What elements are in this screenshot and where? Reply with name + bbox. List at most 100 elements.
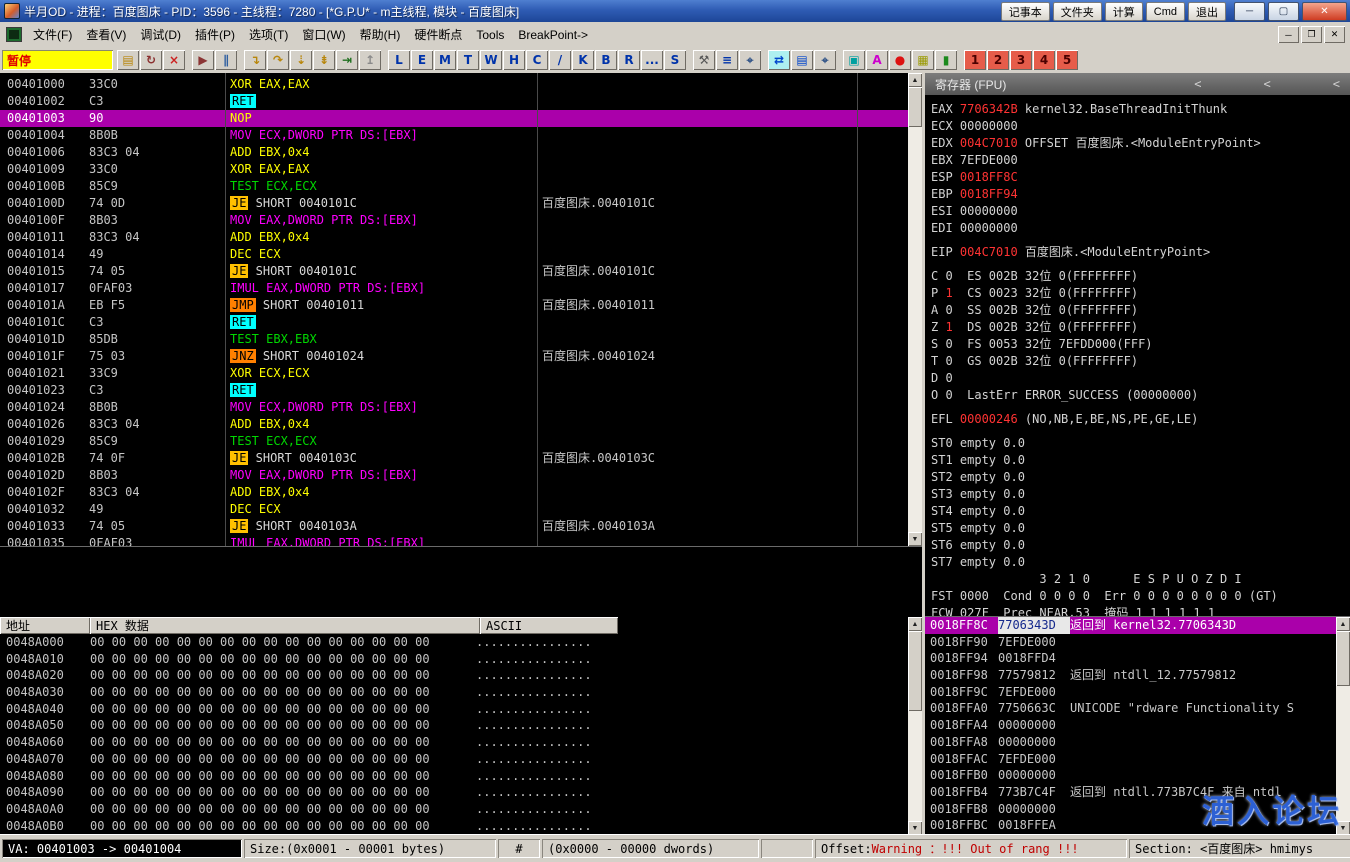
stack-row[interactable]: 0018FFB000000000 [925,767,1336,784]
open-file-icon[interactable]: ▤ [117,50,139,70]
disasm-row[interactable]: 0040102D8B03MOV EAX,DWORD PTR DS:[EBX] [0,467,908,484]
titlebar-app-button-1[interactable]: 文件夹 [1053,2,1102,21]
disasm-row[interactable]: 0040101449DEC ECX [0,246,908,263]
disasm-row[interactable]: 0040100033C0XOR EAX,EAX [0,76,908,93]
disasm-row[interactable]: 0040101CC3RET [0,314,908,331]
register-line[interactable]: ST3 empty 0.0 [931,486,1350,503]
run-trace-button[interactable]: ... [641,50,663,70]
step-over-icon[interactable]: ↷ [267,50,289,70]
disasm-row[interactable]: 0040100F8B03MOV EAX,DWORD PTR DS:[EBX] [0,212,908,229]
dump-row[interactable]: 0048A03000 00 00 00 00 00 00 00 00 00 00… [0,684,908,701]
scroll-thumb[interactable] [1336,631,1350,686]
register-line[interactable]: ESI 00000000 [931,203,1350,220]
dump-row[interactable]: 0048A04000 00 00 00 00 00 00 00 00 00 00… [0,701,908,718]
cpu-window-button[interactable]: C [526,50,548,70]
menu-item-0[interactable]: 文件(F) [26,22,79,47]
disasm-row[interactable]: 0040102B74 0FJE SHORT 0040103C百度图床.00401… [0,450,908,467]
dump-row[interactable]: 0048A02000 00 00 00 00 00 00 00 00 00 00… [0,667,908,684]
maximize-button[interactable]: ▢ [1268,2,1299,21]
restart-icon[interactable]: ↻ [140,50,162,70]
disasm-row[interactable]: 0040102683C3 04ADD EBX,0x4 [0,416,908,433]
register-line[interactable]: T 0 GS 002B 32位 0(FFFFFFFF) [931,353,1350,370]
animate-into-icon[interactable]: ⇣ [290,50,312,70]
search-icon[interactable]: ⌖ [739,50,761,70]
titlebar-app-button-3[interactable]: Cmd [1146,2,1185,21]
dump-row[interactable]: 0048A08000 00 00 00 00 00 00 00 00 00 00… [0,768,908,785]
register-line[interactable]: S 0 FS 0053 32位 7EFDD000(FFF) [931,336,1350,353]
animate-over-icon[interactable]: ⇟ [313,50,335,70]
run-icon[interactable]: ▶ [192,50,214,70]
column-divider[interactable] [857,73,858,549]
stack-row[interactable]: 0018FFAC7EFDE000 [925,751,1336,768]
dump-row[interactable]: 0048A06000 00 00 00 00 00 00 00 00 00 00… [0,734,908,751]
dump-scrollbar[interactable]: ▲ ▼ [908,617,922,835]
dump-row[interactable]: 0048A0A000 00 00 00 00 00 00 00 00 00 00… [0,801,908,818]
stack-row[interactable]: 0018FF9C7EFDE000 [925,684,1336,701]
breakpoints-button[interactable]: B [595,50,617,70]
close-button[interactable]: ✕ [1302,2,1347,21]
menu-item-5[interactable]: 窗口(W) [295,22,352,47]
disasm-row[interactable]: 0040100933C0XOR EAX,EAX [0,161,908,178]
register-line[interactable]: FST 0000 Cond 0 0 0 0 Err 0 0 0 0 0 0 0 … [931,588,1350,605]
handles-button[interactable]: H [503,50,525,70]
disasm-row[interactable]: 004010170FAF03IMUL EAX,DWORD PTR DS:[EBX… [0,280,908,297]
register-line[interactable]: Z 1 DS 002B 32位 0(FFFFFFFF) [931,319,1350,336]
register-line[interactable]: EDX 004C7010 OFFSET 百度图床.<ModuleEntryPoi… [931,135,1350,152]
register-line[interactable]: EBP 0018FF94 [931,186,1350,203]
pause-icon[interactable]: ∥ [215,50,237,70]
register-line[interactable]: ST5 empty 0.0 [931,520,1350,537]
register-line[interactable]: A 0 SS 002B 32位 0(FFFFFFFF) [931,302,1350,319]
register-line[interactable]: EFL 00000246 (NO,NB,E,BE,NS,PE,GE,LE) [931,411,1350,428]
menu-item-7[interactable]: 硬件断点 [407,22,469,47]
register-line[interactable]: EIP 004C7010 百度图床.<ModuleEntryPoint> [931,244,1350,261]
disasm-row[interactable]: 0040100D74 0DJE SHORT 0040101C百度图床.00401… [0,195,908,212]
register-line[interactable]: D 0 [931,370,1350,387]
plugin-a-icon[interactable]: A [866,50,888,70]
titlebar-app-button-0[interactable]: 记事本 [1001,2,1050,21]
appearance-icon[interactable]: ≡ [716,50,738,70]
windows-button[interactable]: W [480,50,502,70]
minimize-button[interactable]: ─ [1234,2,1265,21]
register-line[interactable]: ST4 empty 0.0 [931,503,1350,520]
memory-map-button[interactable]: M [434,50,456,70]
register-line[interactable]: ESP 0018FF8C [931,169,1350,186]
scroll-track[interactable] [908,631,922,821]
disasm-row[interactable]: 0040101F75 03JNZ SHORT 00401024百度图床.0040… [0,348,908,365]
register-line[interactable]: ST6 empty 0.0 [931,537,1350,554]
scroll-down-icon[interactable]: ▼ [908,532,922,546]
call-stack-button[interactable]: K [572,50,594,70]
disasm-row[interactable]: 0040102985C9TEST ECX,ECX [0,433,908,450]
register-line[interactable]: 3 2 1 0 E S P U O Z D I [931,571,1350,588]
menu-item-2[interactable]: 调试(D) [133,22,188,47]
scroll-up-icon[interactable]: ▲ [908,73,922,87]
menu-item-1[interactable]: 查看(V) [79,22,133,47]
disasm-row[interactable]: 0040100390NOP [0,110,908,127]
scroll-thumb[interactable] [908,87,922,127]
register-line[interactable]: ST7 empty 0.0 [931,554,1350,571]
breakpoint-5-button[interactable]: 5 [1056,50,1078,70]
log-window-button[interactable]: L [388,50,410,70]
pane-arrow-icon[interactable]: < [1194,77,1201,91]
scroll-up-icon[interactable]: ▲ [1336,617,1350,631]
stack-row[interactable]: 0018FFA400000000 [925,717,1336,734]
titlebar[interactable]: 半月OD - 进程：百度图床 - PID：3596 - 主线程：7280 - [… [0,0,1350,22]
titlebar-app-button-4[interactable]: 退出 [1188,2,1226,21]
threads-button[interactable]: T [457,50,479,70]
breakpoint-2-button[interactable]: 2 [987,50,1009,70]
scroll-up-icon[interactable]: ▲ [908,617,922,631]
disasm-row[interactable]: 004010248B0BMOV ECX,DWORD PTR DS:[EBX] [0,399,908,416]
plugin-cyan-icon[interactable]: ▣ [843,50,865,70]
disasm-row[interactable]: 0040101D85DBTEST EBX,EBX [0,331,908,348]
disasm-row[interactable]: 0040101AEB F5JMP SHORT 00401011百度图床.0040… [0,297,908,314]
mdi-close-button[interactable]: ✕ [1324,26,1345,43]
plugin-grid-icon[interactable]: ▦ [912,50,934,70]
register-line[interactable]: P 1 CS 0023 32位 0(FFFFFFFF) [931,285,1350,302]
titlebar-app-button-2[interactable]: 计算 [1105,2,1143,21]
plugin-record-icon[interactable]: ● [889,50,911,70]
register-line[interactable]: EBX 7EFDE000 [931,152,1350,169]
scroll-thumb[interactable] [908,631,922,711]
list-view-icon[interactable]: ▤ [791,50,813,70]
mdi-minimize-button[interactable]: ─ [1278,26,1299,43]
register-line[interactable]: EAX 7706342B kernel32.BaseThreadInitThun… [931,101,1350,118]
swap-view-icon[interactable]: ⇄ [768,50,790,70]
